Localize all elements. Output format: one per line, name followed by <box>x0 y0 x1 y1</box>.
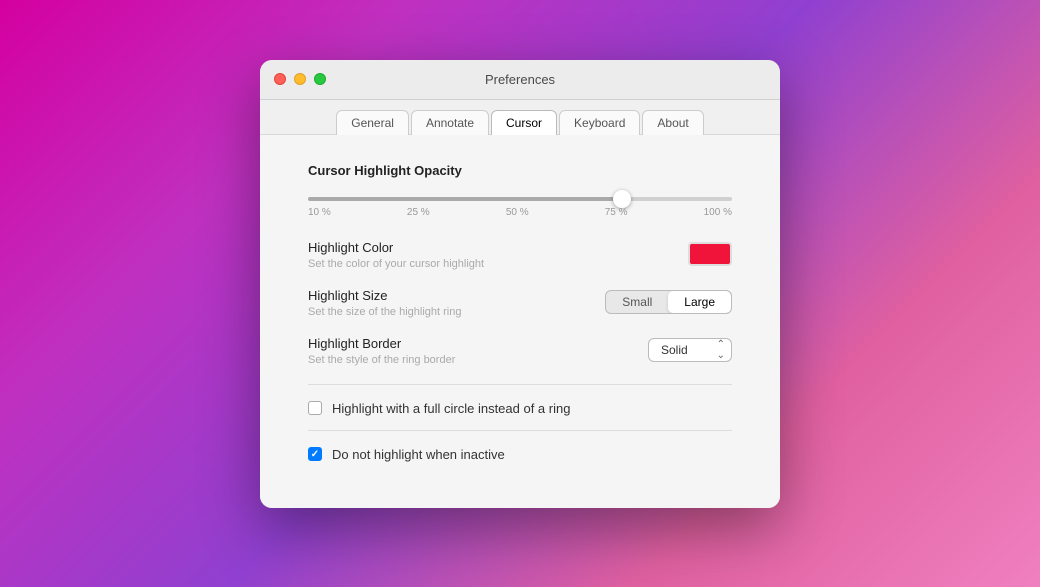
mark-100: 100 % <box>704 207 732 218</box>
slider-labels: 10 % 25 % 50 % 75 % 100 % <box>308 207 732 218</box>
window-title: Preferences <box>485 72 555 87</box>
mark-75: 75 % <box>605 207 628 218</box>
maximize-button[interactable] <box>314 73 326 85</box>
color-swatch[interactable] <box>688 242 732 266</box>
minimize-button[interactable] <box>294 73 306 85</box>
title-bar: Preferences <box>260 60 780 100</box>
highlight-border-row: Highlight Border Set the style of the ri… <box>308 336 732 366</box>
border-dropdown[interactable]: Solid Dashed None <box>648 338 732 362</box>
highlight-size-sublabel: Set the size of the highlight ring <box>308 306 589 318</box>
highlight-color-sublabel: Set the color of your cursor highlight <box>308 258 672 270</box>
highlight-border-sublabel: Set the style of the ring border <box>308 354 632 366</box>
mark-50: 50 % <box>506 207 529 218</box>
opacity-slider[interactable] <box>308 197 732 201</box>
traffic-lights <box>274 73 326 85</box>
highlight-size-row: Highlight Size Set the size of the highl… <box>308 288 732 318</box>
content-area: Cursor Highlight Opacity 10 % 25 % 50 % … <box>260 135 780 508</box>
tab-cursor[interactable]: Cursor <box>491 110 557 135</box>
inactive-label: Do not highlight when inactive <box>332 447 505 462</box>
highlight-color-label: Highlight Color <box>308 240 672 255</box>
tab-bar: General Annotate Cursor Keyboard About <box>260 100 780 135</box>
highlight-border-label: Highlight Border <box>308 336 632 351</box>
highlight-border-control: Solid Dashed None ⌃ ⌄ <box>648 338 732 362</box>
divider-1 <box>308 384 732 385</box>
full-circle-checkbox[interactable] <box>308 401 322 415</box>
mark-10: 10 % <box>308 207 331 218</box>
highlight-size-left: Highlight Size Set the size of the highl… <box>308 288 589 318</box>
highlight-size-control: Small Large <box>605 290 732 314</box>
full-circle-label: Highlight with a full circle instead of … <box>332 401 570 416</box>
preferences-window: Preferences General Annotate Cursor Keyb… <box>260 60 780 508</box>
full-circle-row[interactable]: Highlight with a full circle instead of … <box>308 401 732 416</box>
tab-general[interactable]: General <box>336 110 409 135</box>
mark-25: 25 % <box>407 207 430 218</box>
close-button[interactable] <box>274 73 286 85</box>
highlight-size-label: Highlight Size <box>308 288 589 303</box>
highlight-border-left: Highlight Border Set the style of the ri… <box>308 336 632 366</box>
highlight-color-control <box>688 242 732 266</box>
highlight-color-left: Highlight Color Set the color of your cu… <box>308 240 672 270</box>
tab-annotate[interactable]: Annotate <box>411 110 489 135</box>
divider-2 <box>308 430 732 431</box>
tab-about[interactable]: About <box>642 110 703 135</box>
highlight-color-row: Highlight Color Set the color of your cu… <box>308 240 732 270</box>
opacity-section: Cursor Highlight Opacity 10 % 25 % 50 % … <box>308 163 732 218</box>
border-dropdown-wrap: Solid Dashed None ⌃ ⌄ <box>648 338 732 362</box>
opacity-label: Cursor Highlight Opacity <box>308 163 732 178</box>
size-segmented: Small Large <box>605 290 732 314</box>
inactive-row[interactable]: Do not highlight when inactive <box>308 447 732 462</box>
tab-keyboard[interactable]: Keyboard <box>559 110 640 135</box>
inactive-checkbox[interactable] <box>308 447 322 461</box>
size-small-btn[interactable]: Small <box>606 291 668 313</box>
size-large-btn[interactable]: Large <box>668 291 731 313</box>
